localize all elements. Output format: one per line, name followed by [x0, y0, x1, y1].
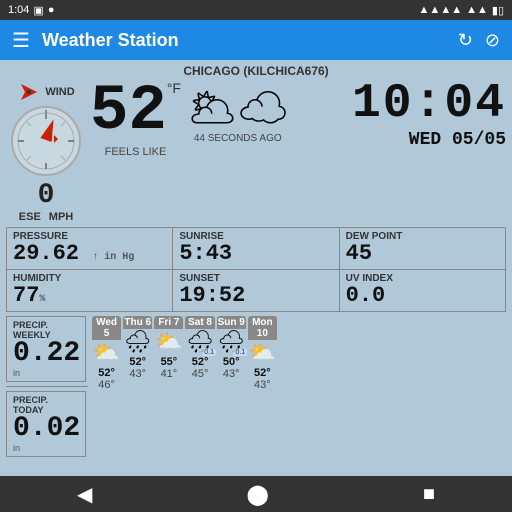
forecast-day-label-5: Mon 10 — [248, 316, 277, 340]
precip-today-value: 0.02 — [13, 415, 79, 443]
forecast-low-2: 41° — [161, 368, 178, 380]
precip-weekly-label: PRECIP. WEEKLY — [13, 320, 79, 340]
forecast-high-1: 52° — [129, 356, 146, 368]
forecast-high-2: 55° — [161, 356, 178, 368]
top-section: WIND — [6, 80, 506, 223]
wind-speed: 0 — [38, 180, 55, 211]
wifi-icon: ▲▲ — [466, 4, 488, 16]
forecast-day-1: Thu 6🌧 52°43° — [123, 316, 152, 390]
station-name: CHICAGO (KILCHICA676) — [6, 64, 506, 78]
separator1 — [6, 386, 88, 387]
humidity-value: 77% — [13, 284, 166, 308]
forecast-day-5: Mon 10⛅ 52°43° — [248, 316, 277, 390]
forecast-high-4: 50° — [223, 356, 240, 368]
home-button[interactable]: ⬤ — [246, 482, 268, 507]
precip-today-label: PRECIP. TODAY — [13, 395, 79, 415]
wind-dir-left: ESE — [19, 211, 41, 223]
ago-text: 44 SECONDS AGO — [194, 133, 282, 144]
date-display: WED 05/05 — [295, 130, 506, 150]
status-icon2: ● — [48, 4, 55, 16]
status-right: ▲▲▲▲ ▲▲ ▮▯ — [419, 4, 504, 17]
bottom-nav: ◀ ⬤ ■ — [0, 476, 512, 512]
center-panel: 52 °F FEELS LIKE 🌥☁ 44 SECONDS AGO 10:04… — [90, 80, 506, 158]
app-bar: ☰ Weather Station ↻ ⊘ — [0, 20, 512, 60]
forecast-high-3: 52° — [192, 356, 209, 368]
wind-label-row: WIND — [17, 80, 74, 104]
weather-icon-area: 🌥☁ 44 SECONDS AGO — [187, 84, 289, 144]
temp-time-row: 52 °F FEELS LIKE 🌥☁ 44 SECONDS AGO 10:04… — [90, 80, 506, 158]
data-grid: PRESSURE 29.62 ↑ in Hg SUNRISE 5:43 DEW … — [6, 227, 506, 312]
compass — [11, 106, 81, 176]
sunrise-value: 5:43 — [179, 242, 332, 266]
forecast-day-0: Wed 5⛅ 52°46° — [92, 316, 121, 390]
forecast-day-label-3: Sat 8 — [185, 316, 214, 329]
forecast-icon-0: ⛅ — [93, 340, 120, 365]
recents-button[interactable]: ■ — [423, 483, 435, 506]
precip-forecast-row: PRECIP. WEEKLY 0.22 in PRECIP. TODAY 0.0… — [6, 316, 506, 457]
weather-icon: 🌥☁ — [187, 84, 289, 131]
precip-panels: PRECIP. WEEKLY 0.22 in PRECIP. TODAY 0.0… — [6, 316, 88, 457]
signal-icon: ▲▲▲▲ — [419, 4, 463, 16]
back-button[interactable]: ◀ — [77, 482, 92, 507]
wind-dir-right: MPH — [49, 211, 73, 223]
forecast-day-label-0: Wed 5 — [92, 316, 121, 340]
humidity-cell: HUMIDITY 77% — [7, 270, 173, 312]
menu-button[interactable]: ☰ — [12, 28, 30, 53]
forecast-icon-5: ⛅ — [249, 340, 276, 365]
forecast-low-5: 43° — [254, 379, 271, 391]
forecast-low-4: 43° — [223, 368, 240, 380]
forecast-low-1: 43° — [129, 368, 146, 380]
wind-panel: WIND — [6, 80, 86, 223]
status-icon1: ▣ — [33, 4, 43, 17]
temp-unit: °F — [167, 80, 181, 96]
wind-dir-row: ESE MPH — [19, 211, 73, 223]
sunset-value: 19:52 — [179, 284, 332, 308]
precip-today-panel: PRECIP. TODAY 0.02 in — [6, 391, 86, 457]
uv-index-value: 0.0 — [346, 284, 499, 308]
forecast-day-label-4: Sun 9 — [217, 316, 246, 329]
forecast-day-2: Fri 7⛅ 55°41° — [154, 316, 183, 390]
battery-icon: ▮▯ — [492, 4, 504, 17]
sunrise-cell: SUNRISE 5:43 — [173, 228, 339, 270]
dew-point-cell: DEW POINT 45 — [340, 228, 506, 270]
forecast-low-0: 46° — [98, 379, 115, 391]
feels-like-label: FEELS LIKE — [105, 146, 167, 158]
forecast-high-5: 52° — [254, 367, 271, 379]
precip-weekly-unit: in — [13, 368, 79, 378]
time-section: 10:04 WED 05/05 — [295, 80, 506, 150]
forecast-icon-2: ⛅ — [155, 329, 182, 354]
sunset-cell: SUNSET 19:52 — [173, 270, 339, 312]
precip-today-unit: in — [13, 443, 79, 453]
compass-tick-n — [45, 110, 47, 118]
forecast-day-3: Sat 8🌧0.152°45° — [185, 316, 214, 390]
status-left: 1:04 ▣ ● — [8, 4, 54, 17]
uv-index-cell: UV INDEX 0.0 — [340, 270, 506, 312]
temp-section: 52 °F FEELS LIKE — [90, 80, 181, 158]
forecast-day-4: Sun 9🌧0.150°43° — [217, 316, 246, 390]
forecast-low-3: 45° — [192, 368, 209, 380]
wind-label: WIND — [45, 86, 74, 98]
settings-button[interactable]: ⊘ — [485, 30, 500, 51]
status-time: 1:04 — [8, 4, 29, 16]
forecast-icon-1: 🌧 — [124, 329, 152, 354]
forecast-high-0: 52° — [98, 367, 115, 379]
app-title: Weather Station — [42, 30, 446, 51]
status-bar: 1:04 ▣ ● ▲▲▲▲ ▲▲ ▮▯ — [0, 0, 512, 20]
precip-badge-4: 0.1 — [233, 349, 247, 356]
main-content: CHICAGO (KILCHICA676) WIND — [0, 60, 512, 476]
forecast-section: Wed 5⛅52°46°Thu 6🌧52°43°Fri 7⛅55°41°Sat … — [92, 316, 277, 390]
pressure-value: 29.62 ↑ in Hg — [13, 242, 166, 266]
precip-weekly-panel: PRECIP. WEEKLY 0.22 in — [6, 316, 86, 382]
refresh-button[interactable]: ↻ — [458, 30, 473, 51]
temperature-value: 52 — [90, 80, 167, 144]
dew-point-value: 45 — [346, 242, 499, 266]
wind-icon — [17, 80, 41, 104]
forecast-day-label-2: Fri 7 — [154, 316, 183, 329]
precip-weekly-value: 0.22 — [13, 340, 79, 368]
forecast-day-label-1: Thu 6 — [123, 316, 152, 329]
clock-display: 10:04 — [295, 80, 506, 128]
precip-badge-3: 0.1 — [202, 349, 216, 356]
pressure-cell: PRESSURE 29.62 ↑ in Hg — [7, 228, 173, 270]
